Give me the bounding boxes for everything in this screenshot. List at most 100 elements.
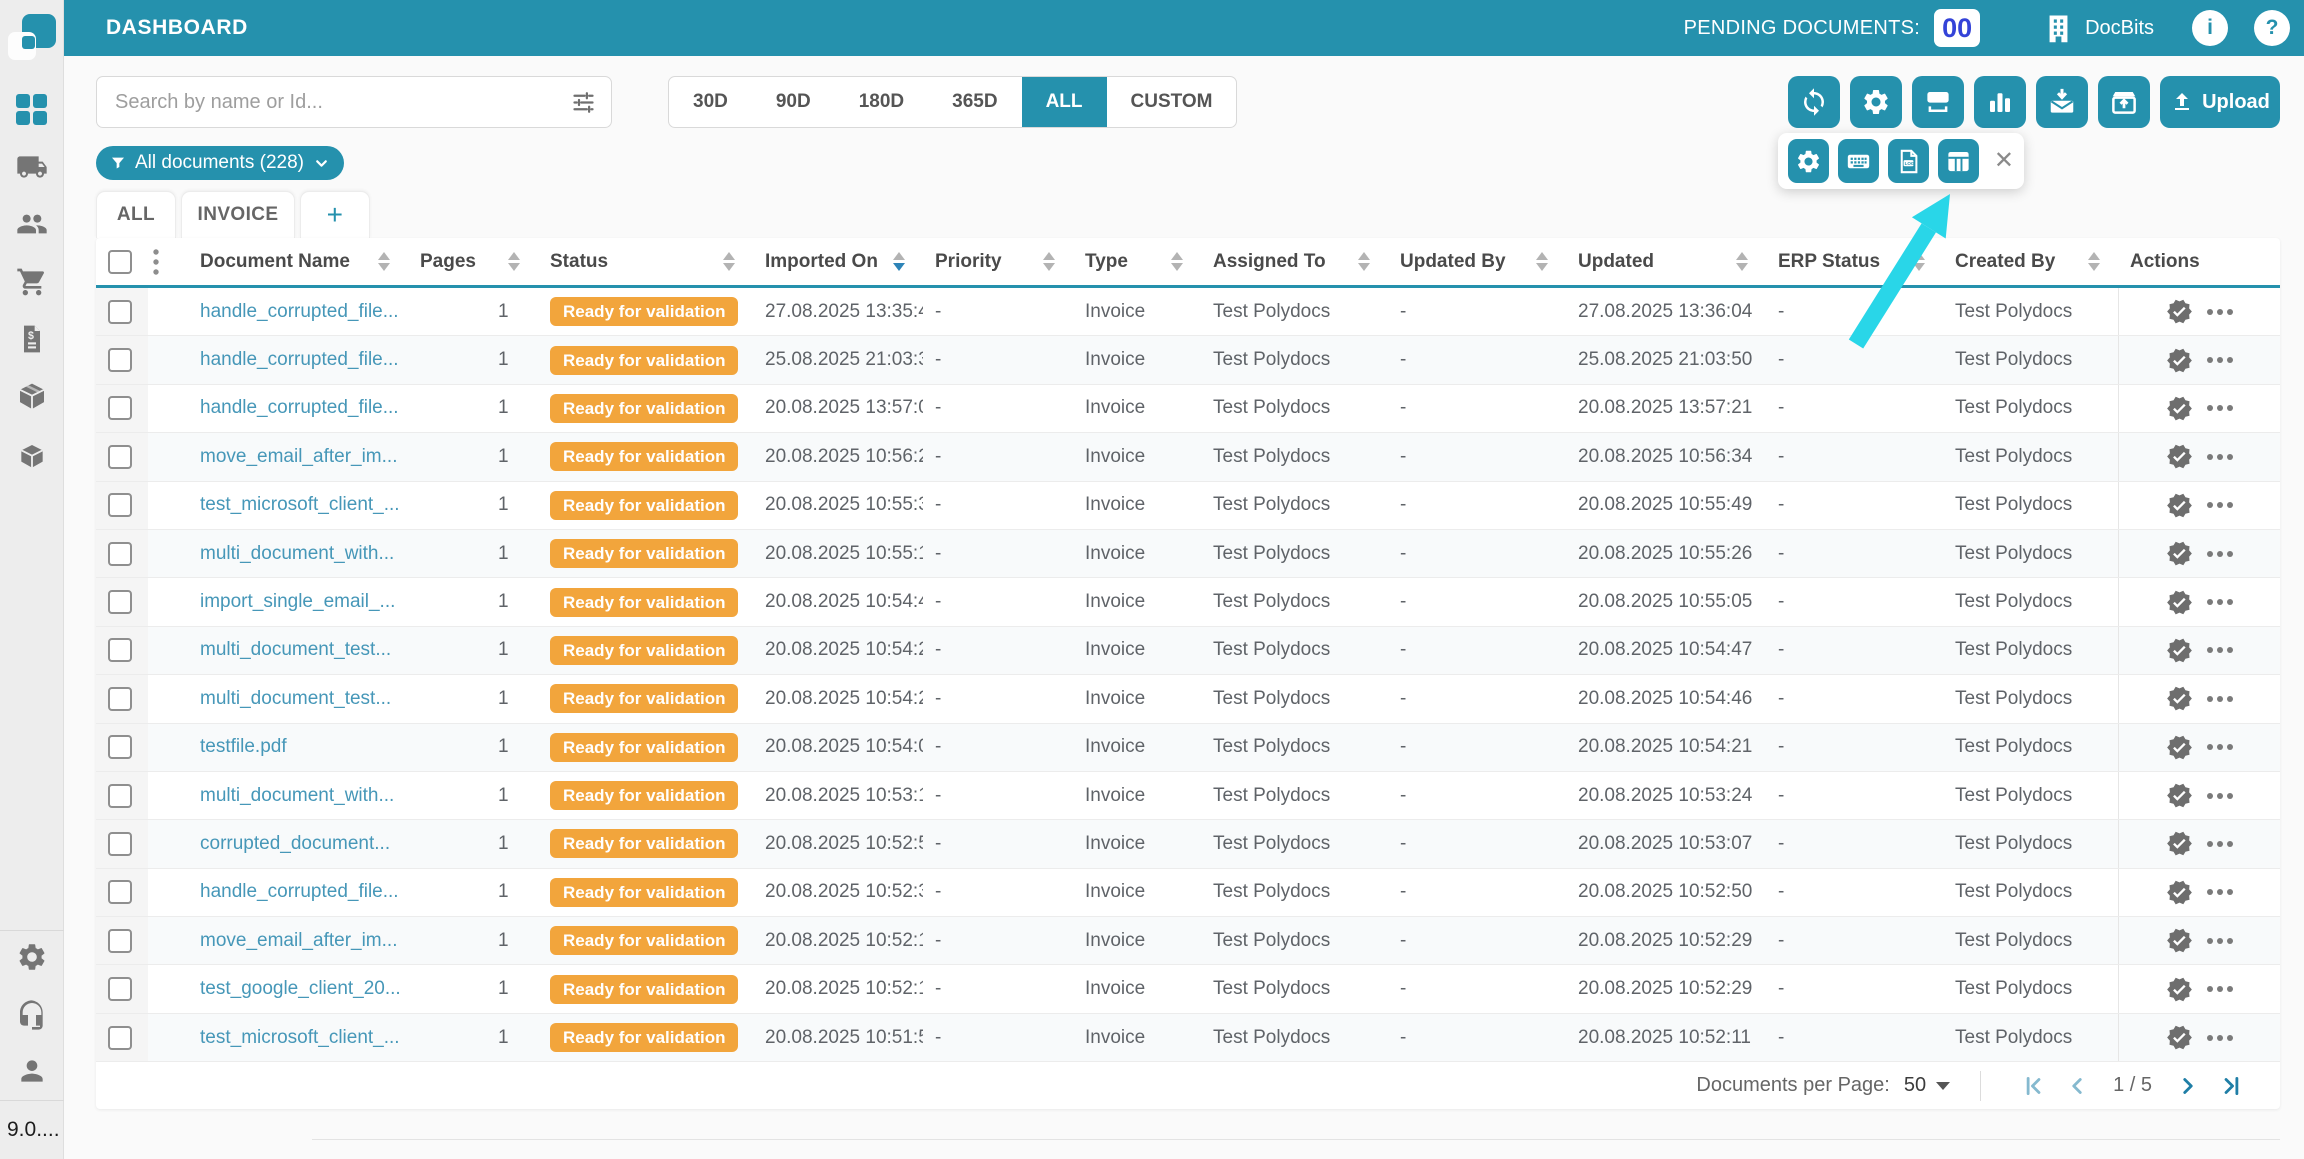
- add-tab-button[interactable]: +: [300, 191, 370, 238]
- popup-log-button[interactable]: LOG: [1888, 139, 1929, 183]
- verified-seal-icon[interactable]: [2166, 589, 2193, 616]
- document-link[interactable]: handle_corrupted_file...: [200, 349, 399, 371]
- row-checkbox[interactable]: [108, 1026, 132, 1050]
- sort-icon[interactable]: [723, 252, 735, 271]
- row-actions-menu-icon[interactable]: [2207, 599, 2233, 605]
- export-tray-button[interactable]: [2098, 76, 2150, 128]
- row-actions-menu-icon[interactable]: [2207, 405, 2233, 411]
- close-icon[interactable]: ✕: [1994, 149, 2014, 173]
- kebab-menu-icon[interactable]: [152, 247, 160, 277]
- tab-invoice[interactable]: INVOICE: [181, 191, 295, 238]
- sort-icon[interactable]: [378, 252, 390, 271]
- document-link[interactable]: test_google_client_20...: [200, 978, 401, 1000]
- column-header-updatedBy[interactable]: Updated By: [1388, 238, 1566, 285]
- range-180d[interactable]: 180D: [835, 77, 928, 127]
- sort-icon[interactable]: [1171, 252, 1183, 271]
- verified-seal-icon[interactable]: [2166, 830, 2193, 857]
- document-link[interactable]: test_microsoft_client_...: [200, 494, 400, 516]
- sidebar-item-profile[interactable]: [15, 1054, 49, 1088]
- scanner-button[interactable]: [1912, 76, 1964, 128]
- document-link[interactable]: test_microsoft_client_...: [200, 1027, 400, 1049]
- verified-seal-icon[interactable]: [2166, 879, 2193, 906]
- row-actions-menu-icon[interactable]: [2207, 841, 2233, 847]
- range-365d[interactable]: 365D: [928, 77, 1021, 127]
- verified-seal-icon[interactable]: [2166, 540, 2193, 567]
- organization-button[interactable]: [2042, 12, 2075, 45]
- row-actions-menu-icon[interactable]: [2207, 502, 2233, 508]
- row-checkbox[interactable]: [108, 542, 132, 566]
- row-checkbox[interactable]: [108, 638, 132, 662]
- sidebar-item-package[interactable]: [15, 380, 49, 414]
- verified-seal-icon[interactable]: [2166, 734, 2193, 761]
- sort-icon[interactable]: [1536, 252, 1548, 271]
- column-header-updated[interactable]: Updated: [1566, 238, 1766, 285]
- sort-icon[interactable]: [2088, 252, 2100, 271]
- per-page-select[interactable]: 50: [1904, 1074, 1950, 1097]
- document-link[interactable]: move_email_after_im...: [200, 930, 397, 952]
- document-link[interactable]: move_email_after_im...: [200, 446, 397, 468]
- sidebar-item-package-alt[interactable]: [15, 440, 49, 474]
- sort-icon[interactable]: [1913, 252, 1925, 271]
- document-link[interactable]: testfile.pdf: [200, 736, 287, 758]
- search-input[interactable]: [115, 91, 570, 114]
- docbits-logo-icon[interactable]: [8, 14, 58, 64]
- row-checkbox[interactable]: [108, 590, 132, 614]
- row-actions-menu-icon[interactable]: [2207, 938, 2233, 944]
- verified-seal-icon[interactable]: [2166, 492, 2193, 519]
- row-actions-menu-icon[interactable]: [2207, 744, 2233, 750]
- sidebar-item-contacts[interactable]: [15, 207, 49, 241]
- document-link[interactable]: import_single_email_...: [200, 591, 395, 613]
- column-header-erp[interactable]: ERP Status: [1766, 238, 1943, 285]
- verified-seal-icon[interactable]: [2166, 782, 2193, 809]
- document-link[interactable]: handle_corrupted_file...: [200, 397, 399, 419]
- row-checkbox[interactable]: [108, 396, 132, 420]
- popup-keyboard-button[interactable]: [1838, 139, 1879, 183]
- info-icon[interactable]: i: [2192, 10, 2228, 46]
- sidebar-item-settings[interactable]: [15, 940, 49, 974]
- help-icon[interactable]: ?: [2254, 10, 2290, 46]
- verified-seal-icon[interactable]: [2166, 976, 2193, 1003]
- row-checkbox[interactable]: [108, 929, 132, 953]
- sort-icon[interactable]: [508, 252, 520, 271]
- row-checkbox[interactable]: [108, 445, 132, 469]
- previous-page-button[interactable]: [2064, 1073, 2090, 1099]
- document-link[interactable]: handle_corrupted_file...: [200, 301, 399, 323]
- sidebar-item-support[interactable]: [15, 998, 49, 1032]
- row-actions-menu-icon[interactable]: [2207, 454, 2233, 460]
- verified-seal-icon[interactable]: [2166, 395, 2193, 422]
- column-header-type[interactable]: Type: [1073, 238, 1201, 285]
- row-checkbox[interactable]: [108, 784, 132, 808]
- document-link[interactable]: multi_document_with...: [200, 785, 394, 807]
- row-checkbox[interactable]: [108, 300, 132, 324]
- last-page-button[interactable]: [2219, 1073, 2245, 1099]
- sidebar-item-shop[interactable]: [15, 265, 49, 299]
- row-checkbox[interactable]: [108, 735, 132, 759]
- row-actions-menu-icon[interactable]: [2207, 551, 2233, 557]
- document-link[interactable]: multi_document_test...: [200, 639, 391, 661]
- popup-settings-button[interactable]: [1788, 139, 1829, 183]
- column-header-createdBy[interactable]: Created By: [1943, 238, 2118, 285]
- document-link[interactable]: corrupted_document...: [200, 833, 390, 855]
- sidebar-item-shipping[interactable]: [15, 150, 49, 184]
- upload-button[interactable]: Upload: [2160, 76, 2280, 128]
- row-actions-menu-icon[interactable]: [2207, 309, 2233, 315]
- row-actions-menu-icon[interactable]: [2207, 357, 2233, 363]
- range-custom[interactable]: CUSTOM: [1107, 77, 1237, 127]
- column-header-pages[interactable]: Pages: [408, 238, 538, 285]
- row-checkbox[interactable]: [108, 832, 132, 856]
- next-page-button[interactable]: [2175, 1073, 2201, 1099]
- column-header-imported[interactable]: Imported On: [753, 238, 923, 285]
- sort-icon[interactable]: [1043, 252, 1055, 271]
- row-checkbox[interactable]: [108, 493, 132, 517]
- verified-seal-icon[interactable]: [2166, 443, 2193, 470]
- range-all[interactable]: ALL: [1022, 77, 1107, 127]
- verified-seal-icon[interactable]: [2166, 927, 2193, 954]
- row-actions-menu-icon[interactable]: [2207, 1035, 2233, 1041]
- analytics-button[interactable]: [1974, 76, 2026, 128]
- verified-seal-icon[interactable]: [2166, 1024, 2193, 1051]
- sort-icon[interactable]: [1358, 252, 1370, 271]
- tab-all[interactable]: ALL: [96, 191, 176, 238]
- column-header-priority[interactable]: Priority: [923, 238, 1073, 285]
- documents-filter-chip[interactable]: All documents (228): [96, 146, 344, 180]
- sidebar-item-invoices[interactable]: $: [15, 322, 49, 356]
